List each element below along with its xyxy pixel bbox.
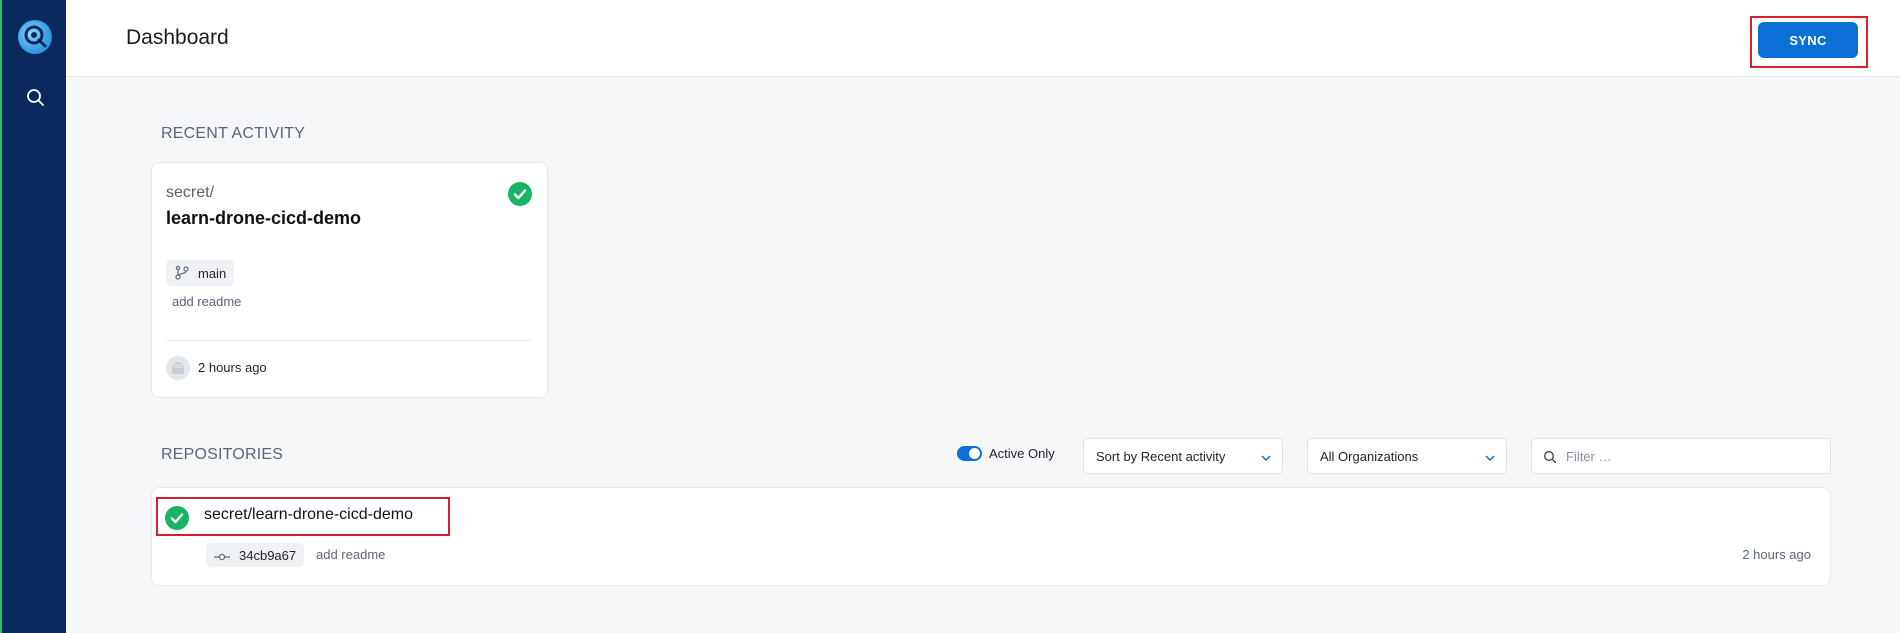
branch-badge: main: [166, 260, 235, 286]
active-only-label: Active Only: [989, 446, 1055, 461]
chevron-down-icon: [1484, 451, 1496, 463]
filter-input[interactable]: [1566, 445, 1816, 467]
app: Dashboard SYNC RECENT ACTIVITY secret/ l…: [0, 0, 1900, 633]
filter-field[interactable]: [1531, 438, 1831, 474]
search-icon: [1543, 450, 1557, 464]
activity-time: 2 hours ago: [198, 360, 267, 375]
commit-sha: 34cb9a67: [239, 547, 297, 563]
organization-select-value: All Organizations: [1320, 449, 1419, 464]
card-namespace: secret/: [166, 184, 215, 201]
toggle-switch[interactable]: [957, 446, 982, 461]
branch-name: main: [198, 265, 227, 281]
sync-button[interactable]: SYNC: [1758, 22, 1858, 58]
recent-activity-heading: RECENT ACTIVITY: [161, 125, 306, 142]
sidebar: [0, 0, 66, 633]
sync-highlight-frame: SYNC: [1750, 16, 1868, 68]
active-only-toggle[interactable]: Active Only: [957, 446, 1055, 461]
organization-select[interactable]: All Organizations: [1307, 438, 1507, 474]
sort-select-value: Sort by Recent activity: [1096, 449, 1226, 464]
repo-name-link[interactable]: secret/learn-drone-cicd-demo: [204, 506, 413, 524]
repository-row[interactable]: secret/learn-drone-cicd-demo 34cb9a67 ad…: [151, 487, 1831, 586]
card-repo-name[interactable]: learn-drone-cicd-demo: [166, 208, 361, 229]
header: Dashboard SYNC: [66, 0, 1900, 77]
toggle-knob: [969, 448, 980, 459]
success-status-icon: [165, 506, 189, 530]
drone-logo-icon[interactable]: [18, 20, 52, 54]
commit-message: add readme: [316, 547, 386, 562]
commit-message: add readme: [172, 294, 242, 309]
page-title: Dashboard: [126, 26, 229, 49]
divider: [166, 340, 533, 341]
avatar: [166, 356, 190, 380]
recent-activity-card[interactable]: secret/ learn-drone-cicd-demo main add r…: [151, 162, 548, 398]
success-status-icon: [508, 182, 532, 206]
chevron-down-icon: [1260, 451, 1272, 463]
sort-select[interactable]: Sort by Recent activity: [1083, 438, 1283, 474]
repositories-heading: REPOSITORIES: [161, 446, 284, 463]
git-branch-icon: [174, 265, 190, 281]
search-icon[interactable]: [24, 86, 46, 108]
repo-time: 2 hours ago: [1742, 547, 1811, 562]
git-commit-icon: [214, 550, 230, 561]
commit-badge: 34cb9a67: [206, 543, 305, 567]
